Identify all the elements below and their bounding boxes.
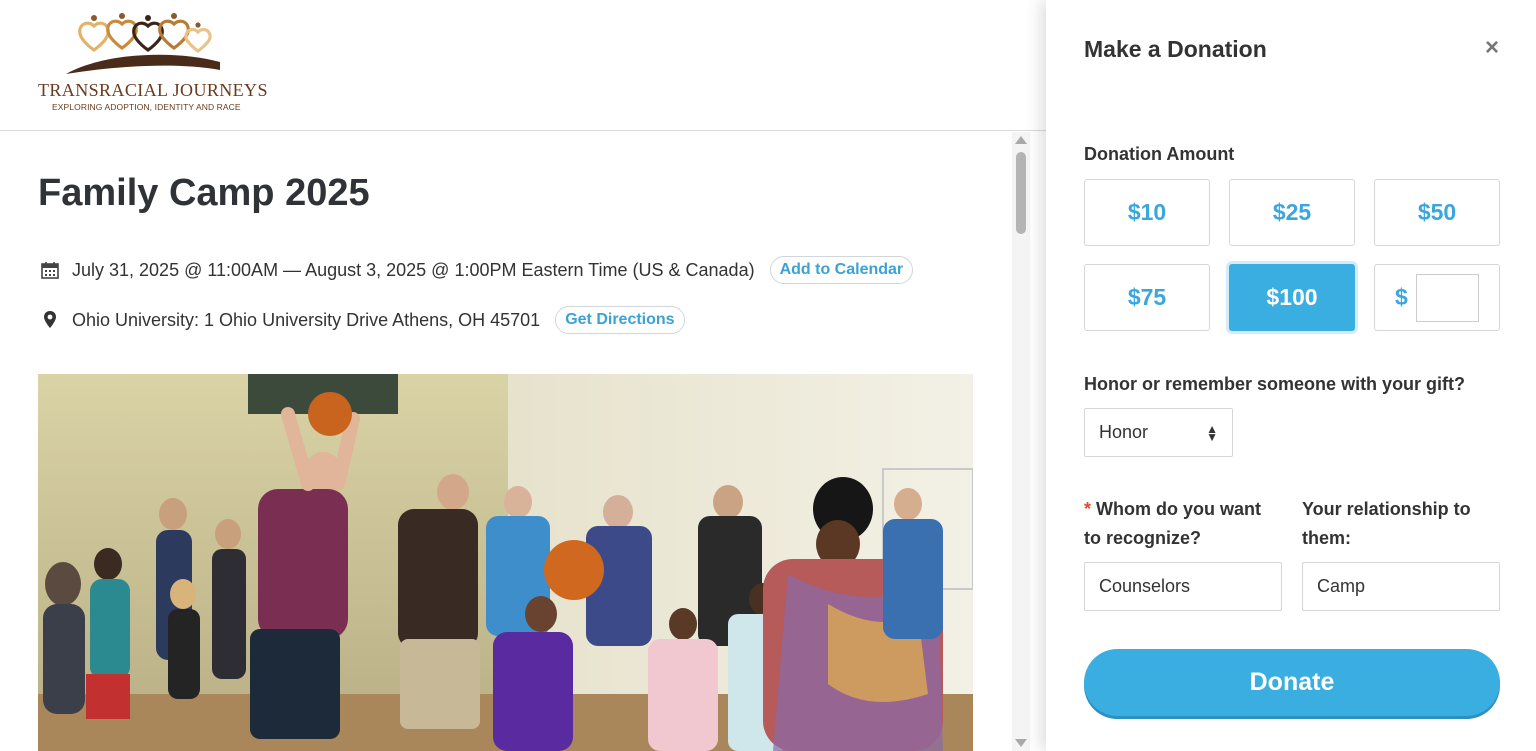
- honor-select-value: Honor: [1099, 422, 1149, 442]
- amount-10-button[interactable]: $10: [1084, 179, 1210, 246]
- map-pin-icon: [38, 308, 62, 332]
- donate-button[interactable]: Donate: [1084, 649, 1500, 716]
- event-date-row: July 31, 2025 @ 11:00AM — August 3, 2025…: [38, 256, 914, 284]
- honor-select[interactable]: Honor ▲ ▼: [1084, 408, 1233, 457]
- custom-amount-prefix: $: [1395, 284, 1408, 310]
- amount-75-button[interactable]: $75: [1084, 264, 1210, 331]
- calendar-icon: [38, 258, 62, 282]
- scroll-down-arrow-icon[interactable]: [1015, 739, 1027, 747]
- event-location-row: Ohio University: 1 Ohio University Drive…: [38, 306, 685, 334]
- amount-50-button[interactable]: $50: [1374, 179, 1500, 246]
- relationship-input[interactable]: [1302, 562, 1500, 611]
- recognize-label-text: Whom do you want to recognize?: [1084, 499, 1262, 548]
- logo-name: TRANSRACIAL JOURNEYS: [38, 80, 268, 100]
- panel-title: Make a Donation: [1084, 36, 1267, 62]
- close-icon[interactable]: ×: [1480, 34, 1504, 62]
- event-content: Family Camp 2025 July 31, 2025 @ 11:00AM…: [0, 132, 1030, 751]
- event-photo: [38, 374, 973, 751]
- honor-question-label: Honor or remember someone with your gift…: [1084, 374, 1466, 394]
- page-scrollbar[interactable]: [1012, 132, 1030, 751]
- get-directions-button[interactable]: Get Directions: [555, 306, 685, 334]
- select-caret-icon: ▲ ▼: [1206, 421, 1218, 444]
- logo-hearts-graphic: [66, 13, 220, 74]
- event-location: Ohio University: 1 Ohio University Drive…: [72, 309, 541, 330]
- event-datetime: July 31, 2025 @ 11:00AM — August 3, 2025…: [72, 259, 755, 280]
- site-logo[interactable]: TRANSRACIAL JOURNEYS EXPLORING ADOPTION,…: [36, 12, 267, 116]
- donation-panel: Make a Donation × Donation Amount $10 $2…: [1046, 0, 1536, 751]
- site-header: TRANSRACIAL JOURNEYS EXPLORING ADOPTION,…: [0, 0, 1046, 131]
- recognize-input[interactable]: [1084, 562, 1282, 611]
- add-to-calendar-button[interactable]: Add to Calendar: [769, 256, 914, 284]
- scrollbar-thumb[interactable]: [1016, 152, 1026, 234]
- amount-100-button[interactable]: $100: [1229, 264, 1355, 331]
- relationship-label: Your relationship to them:: [1302, 499, 1471, 548]
- logo-tagline: EXPLORING ADOPTION, IDENTITY AND RACE: [52, 102, 241, 112]
- donation-amount-label: Donation Amount: [1084, 144, 1235, 164]
- recognize-label: * Whom do you want to recognize?: [1084, 495, 1282, 553]
- scroll-up-arrow-icon[interactable]: [1015, 136, 1027, 144]
- required-mark: *: [1084, 499, 1092, 519]
- event-photo-illustration: [38, 374, 973, 751]
- page-title: Family Camp 2025: [38, 172, 370, 214]
- custom-amount-input[interactable]: [1415, 273, 1479, 322]
- amount-25-button[interactable]: $25: [1229, 179, 1355, 246]
- custom-amount-field: $: [1374, 264, 1500, 331]
